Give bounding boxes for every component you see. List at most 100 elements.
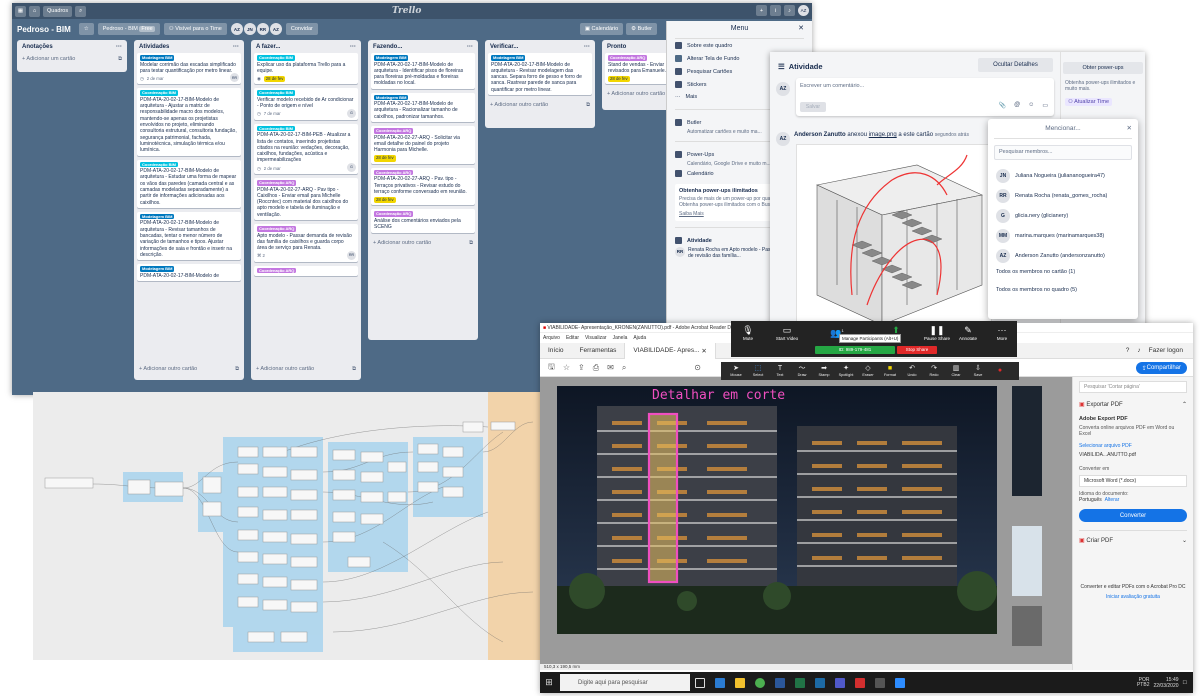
- card[interactable]: Coordenação BIM PDM-ATA-20-02-17-BIM-Mod…: [137, 159, 241, 208]
- share-button[interactable]: ⬆: [881, 325, 911, 336]
- edge-icon[interactable]: [715, 677, 725, 688]
- teams-icon[interactable]: [835, 677, 845, 688]
- member-option[interactable]: RR Renata Rocha (renata_gomes_rocha): [988, 186, 1138, 206]
- add-card-button[interactable]: + Adicionar outro cartão ⧉: [137, 363, 241, 377]
- board-title[interactable]: Pedroso - BIM: [17, 25, 71, 34]
- excel-icon[interactable]: [795, 677, 805, 688]
- butler-button[interactable]: ⚙ Butler: [626, 23, 657, 35]
- template-icon[interactable]: ⧉: [469, 240, 473, 247]
- list-menu-icon[interactable]: ···: [467, 44, 473, 50]
- email-icon[interactable]: ✉: [607, 363, 614, 372]
- add-card-button[interactable]: + Adicionar outro cartão ⧉: [254, 363, 358, 377]
- card[interactable]: Coordenação ARQ PDM-ATA-20-02-27-ARQ - P…: [371, 167, 475, 206]
- due-date-badge[interactable]: 28 de fev: [263, 76, 286, 83]
- tool-redo[interactable]: ↷ Redo: [923, 365, 945, 378]
- update-team-button[interactable]: ⚇ Atualizar Time: [1065, 98, 1113, 106]
- add-card-button[interactable]: + Adicionar outro cartão: [605, 88, 674, 101]
- document-view[interactable]: Detalhar em corte: [540, 377, 1072, 670]
- tool-undo[interactable]: ↶ Undo: [901, 365, 923, 378]
- hide-details-button[interactable]: Ocultar Detalhes: [978, 58, 1053, 72]
- task-view-icon[interactable]: [695, 677, 705, 688]
- free-trial-link[interactable]: Iniciar avaliação gratuita: [1079, 594, 1187, 600]
- pause-share-button[interactable]: ❚❚ Pause Share: [917, 325, 957, 341]
- attachment-link[interactable]: image.png: [869, 132, 897, 138]
- save-icon[interactable]: 🖫: [548, 361, 555, 375]
- menu-help[interactable]: Ajuda: [633, 335, 646, 341]
- zoom-search-icon[interactable]: ⌕: [622, 363, 626, 373]
- card[interactable]: Coordenação BIM Verificar modelo recebid…: [254, 88, 358, 120]
- stop-share-button[interactable]: Stop Share: [897, 346, 937, 354]
- card[interactable]: Modelagem BIM Modelar corrimão das escad…: [137, 53, 241, 85]
- add-card-button[interactable]: + Adicionar outro cartão ⧉: [488, 99, 592, 113]
- member-option[interactable]: Gglicia.nery (glicianery): [988, 206, 1138, 226]
- template-icon[interactable]: ⧉: [352, 366, 356, 373]
- calendar-button[interactable]: ▣ Calendário: [579, 23, 624, 35]
- format-select[interactable]: Microsoft Word (*.docx): [1079, 475, 1187, 487]
- card[interactable]: Modelagem BIM PDM-ATA-20-02-17-BIM-Model…: [137, 264, 241, 281]
- tool-select[interactable]: ⬚ Select: [747, 365, 769, 378]
- zoom-icon[interactable]: [895, 677, 905, 688]
- list-title[interactable]: Verificar...: [490, 44, 518, 50]
- start-video-button[interactable]: ▭ Start Video: [767, 325, 807, 341]
- list-title[interactable]: Anotações: [22, 44, 53, 50]
- list-title[interactable]: Pronto: [607, 44, 626, 50]
- card[interactable]: Coordenação BIM PDM-ATA-20-02-17-BIM-PEB…: [254, 123, 358, 175]
- member-option[interactable]: AZ Anderson Zanutto (andersonzanutto): [988, 246, 1138, 266]
- due-date-badge[interactable]: 28 de fev: [374, 155, 396, 162]
- create-pdf-header[interactable]: ▣ Criar PDF ⌄: [1079, 537, 1187, 544]
- list-title[interactable]: Fazendo...: [373, 44, 402, 50]
- menu-item-about[interactable]: Sobre este quadro: [675, 39, 804, 52]
- member-avatar[interactable]: AZ: [269, 23, 282, 35]
- tray-language[interactable]: POR PTB2: [1135, 677, 1150, 688]
- tab-tools[interactable]: Ferramentas: [572, 343, 625, 359]
- more-button[interactable]: ··· More: [987, 325, 1017, 341]
- list-menu-icon[interactable]: ···: [584, 44, 590, 50]
- list-menu-icon[interactable]: ···: [233, 44, 239, 50]
- due-date-badge[interactable]: 28 de fev: [374, 197, 396, 204]
- user-avatar[interactable]: RR: [675, 247, 685, 257]
- template-icon[interactable]: ⧉: [586, 102, 590, 109]
- save-button[interactable]: Salvar: [800, 102, 826, 112]
- menu-view[interactable]: Visualizar: [585, 335, 607, 341]
- add-card-button[interactable]: + Adicionar um cartão ⧉: [20, 53, 124, 67]
- tool-stamp[interactable]: ➡ Stamp: [813, 365, 835, 378]
- member-avatar[interactable]: JN: [243, 23, 256, 35]
- print-icon[interactable]: ⎙: [593, 363, 599, 373]
- member-avatar[interactable]: AZ: [230, 23, 243, 35]
- template-icon[interactable]: ⧉: [235, 366, 239, 373]
- list-title[interactable]: Atividades: [139, 44, 169, 50]
- menu-window[interactable]: Janela: [613, 335, 628, 341]
- star-icon[interactable]: ☆: [78, 23, 94, 35]
- tool-eraser[interactable]: ◇ Eraser: [857, 365, 879, 378]
- tab-document[interactable]: VIABILIDADE- Apres... ✕: [624, 342, 716, 359]
- due-date-badge[interactable]: 28 de fev: [608, 76, 630, 83]
- mute-button[interactable]: 🎙 Mute: [733, 325, 763, 341]
- tool-search-input[interactable]: Pesquisar 'Cortar página': [1079, 381, 1187, 393]
- invite-button[interactable]: Convidar: [285, 23, 318, 35]
- card[interactable]: Coordenação ARQ Apto modelo - Passar dem…: [254, 224, 358, 262]
- menu-file[interactable]: Arquivo: [543, 335, 560, 341]
- card[interactable]: Coordenação ARQ PDM-ATA-20-02-27-ARQ - S…: [371, 126, 475, 164]
- get-powerups-button[interactable]: Obter power-ups: [1063, 62, 1143, 74]
- clock-date[interactable]: 22/03/2020: [1153, 683, 1178, 689]
- mention-all-board[interactable]: Todos os membros no quadro (5): [988, 284, 1138, 302]
- bell-icon[interactable]: ♪: [1137, 347, 1140, 354]
- add-card-button[interactable]: + Adicionar outro cartão ⧉: [371, 237, 475, 251]
- page-up-icon[interactable]: ⊙: [694, 363, 701, 372]
- word-icon[interactable]: [775, 677, 785, 688]
- language-change-link[interactable]: Alterar: [1105, 497, 1120, 503]
- close-tab-icon[interactable]: ✕: [701, 347, 706, 355]
- revit-icon[interactable]: [815, 677, 825, 688]
- select-file-link[interactable]: Selecionar arquivo PDF: [1079, 443, 1187, 449]
- close-icon[interactable]: ✕: [798, 24, 804, 32]
- attachment-image-3d-stair[interactable]: [796, 144, 992, 332]
- explorer-icon[interactable]: [735, 677, 745, 688]
- upload-icon[interactable]: ⇪: [578, 363, 585, 372]
- tool-text[interactable]: T Text: [769, 365, 791, 378]
- annotate-button[interactable]: ✎ Annotate: [953, 325, 983, 341]
- tool-mouse[interactable]: ➤ Mouse: [725, 365, 747, 378]
- card-member-avatar[interactable]: G: [347, 163, 356, 173]
- card-member-avatar[interactable]: G: [347, 108, 356, 118]
- boards-button[interactable]: Quadros: [43, 5, 73, 17]
- list-menu-icon[interactable]: ···: [350, 44, 356, 50]
